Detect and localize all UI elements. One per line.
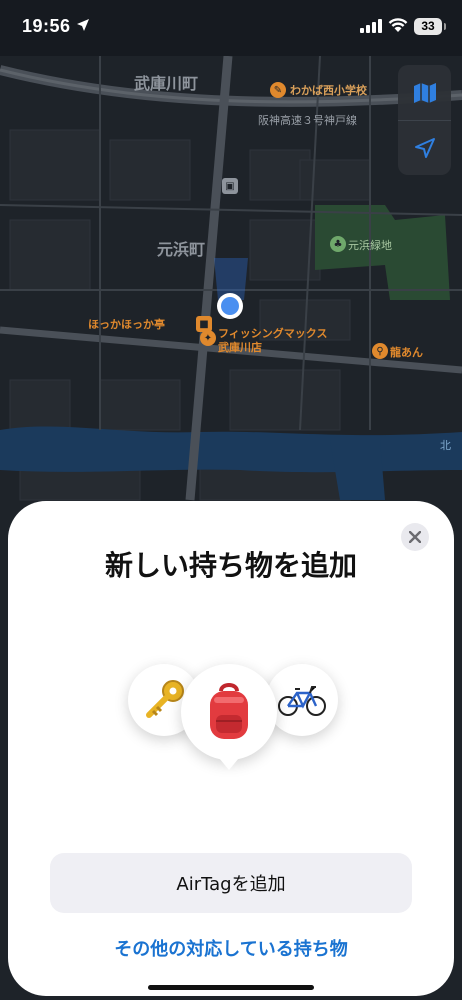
status-bar: 19:56 33 xyxy=(0,0,462,56)
map-label-shop[interactable]: フィッシングマックス武庫川店 xyxy=(218,327,328,355)
map-label-park[interactable]: 元浜緑地 xyxy=(348,237,392,253)
map-label-restaurant-2[interactable]: 龍あん xyxy=(390,344,423,360)
bicycle-icon xyxy=(278,686,326,716)
park-icon[interactable]: ♣ xyxy=(330,236,346,252)
map-icon xyxy=(413,82,436,103)
backpack-icon xyxy=(210,683,248,739)
backpack-bubble xyxy=(181,664,277,760)
battery-indicator: 33 xyxy=(414,18,446,35)
location-arrow-icon xyxy=(77,19,89,31)
map-label-restaurant[interactable]: ほっかほっか亭 xyxy=(88,316,165,332)
school-icon[interactable]: ✎ xyxy=(270,82,286,98)
map-label-edge: 北 xyxy=(440,439,451,452)
map-label-district-2: 元浜町 xyxy=(157,240,206,259)
fork-knife-icon[interactable]: ⚲ xyxy=(372,343,388,359)
close-icon xyxy=(409,531,421,543)
map-mode-button[interactable] xyxy=(398,65,451,120)
cellular-signal-icon xyxy=(360,19,382,33)
locate-me-button[interactable] xyxy=(398,120,451,175)
key-icon xyxy=(146,680,184,718)
add-item-sheet: 新しい持ち物を追加 AirTagを追加 その他の対応している持ち物 xyxy=(8,501,454,996)
add-airtag-button[interactable]: AirTagを追加 xyxy=(50,853,412,913)
wifi-icon xyxy=(388,18,408,32)
map-label-highway: 阪神高速３号神戸線 xyxy=(258,114,357,127)
fishing-icon[interactable]: ✦ xyxy=(200,330,216,346)
map-label-school[interactable]: わかば西小学校 xyxy=(290,82,367,98)
map-controls xyxy=(398,65,451,175)
location-arrow-icon xyxy=(414,137,435,158)
sheet-title: 新しい持ち物を追加 xyxy=(104,549,357,582)
bicycle-bubble xyxy=(266,664,338,736)
home-indicator[interactable] xyxy=(148,985,314,990)
status-time: 19:56 xyxy=(22,16,71,36)
other-items-link[interactable]: その他の対応している持ち物 xyxy=(8,935,454,961)
bubble-pointer xyxy=(219,758,239,770)
map-label-district: 武庫川町 xyxy=(134,74,199,93)
train-icon[interactable]: ▣ xyxy=(222,178,238,194)
